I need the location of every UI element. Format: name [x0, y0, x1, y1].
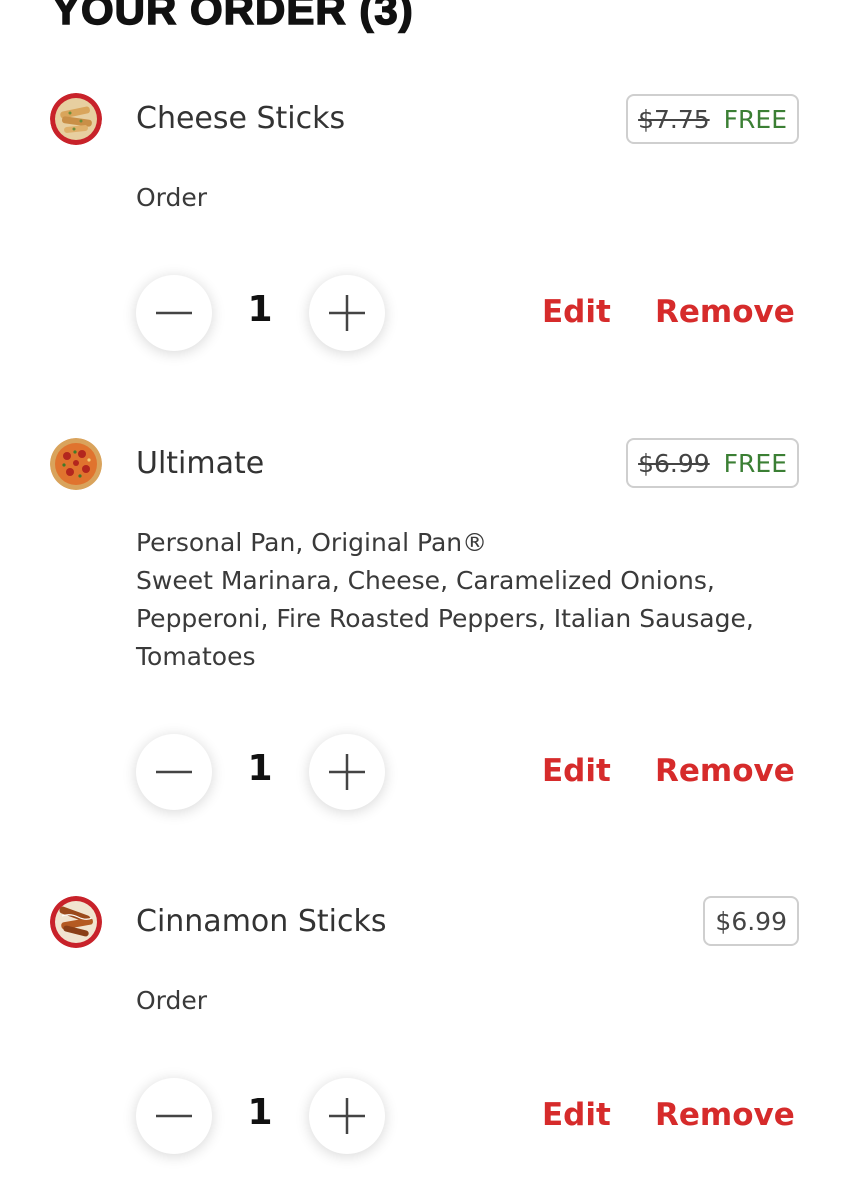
minus-icon — [156, 770, 192, 774]
original-price: $6.99 — [638, 448, 710, 478]
cheese-sticks-icon — [50, 93, 102, 145]
edit-button[interactable]: Edit — [542, 1097, 611, 1133]
cinnamon-sticks-icon — [50, 896, 102, 948]
free-label: FREE — [723, 104, 787, 134]
decrease-quantity-button[interactable] — [136, 275, 212, 351]
remove-button[interactable]: Remove — [655, 753, 795, 789]
quantity-value: 1 — [247, 289, 273, 330]
minus-icon — [156, 1114, 192, 1118]
item-name: Ultimate — [136, 446, 265, 481]
price-badge: $7.75 FREE — [626, 94, 799, 144]
detail-line: Sweet Marinara, Cheese, Caramelized Onio… — [136, 566, 715, 595]
increase-quantity-button[interactable] — [309, 1078, 385, 1154]
detail-line: Order — [136, 183, 208, 212]
quantity-stepper: 1 Edit Remove — [0, 1078, 850, 1156]
quantity-stepper: 1 Edit Remove — [0, 734, 850, 812]
increase-quantity-button[interactable] — [309, 734, 385, 810]
edit-button[interactable]: Edit — [542, 753, 611, 789]
remove-button[interactable]: Remove — [655, 1097, 795, 1133]
increase-quantity-button[interactable] — [309, 275, 385, 351]
price-badge: $6.99 — [703, 896, 799, 946]
plus-icon — [329, 754, 365, 790]
minus-icon — [156, 311, 192, 315]
plus-icon — [329, 1098, 365, 1134]
order-title: YOUR ORDER (3) — [51, 0, 414, 34]
original-price: $7.75 — [638, 104, 710, 134]
detail-line: Personal Pan, Original Pan® — [136, 528, 488, 557]
price-badge: $6.99 FREE — [626, 438, 799, 488]
plus-icon — [329, 295, 365, 331]
decrease-quantity-button[interactable] — [136, 734, 212, 810]
detail-line: Order — [136, 986, 208, 1015]
quantity-value: 1 — [247, 748, 273, 789]
item-name: Cheese Sticks — [136, 101, 346, 136]
item-name: Cinnamon Sticks — [136, 904, 387, 939]
detail-line: Pepperoni, Fire Roasted Peppers, Italian… — [136, 604, 754, 633]
item-details: Order — [136, 982, 796, 1020]
item-details: Personal Pan, Original Pan® Sweet Marina… — [136, 524, 796, 676]
decrease-quantity-button[interactable] — [136, 1078, 212, 1154]
edit-button[interactable]: Edit — [542, 294, 611, 330]
detail-line: Tomatoes — [136, 642, 256, 671]
pizza-icon — [50, 438, 102, 490]
order-page: YOUR ORDER (3) Cheese Sticks $7.75 FREE … — [0, 0, 850, 1200]
item-details: Order — [136, 179, 796, 217]
free-label: FREE — [723, 448, 787, 478]
remove-button[interactable]: Remove — [655, 294, 795, 330]
quantity-value: 1 — [247, 1092, 273, 1133]
quantity-stepper: 1 Edit Remove — [0, 275, 850, 353]
item-price: $6.99 — [715, 906, 787, 936]
